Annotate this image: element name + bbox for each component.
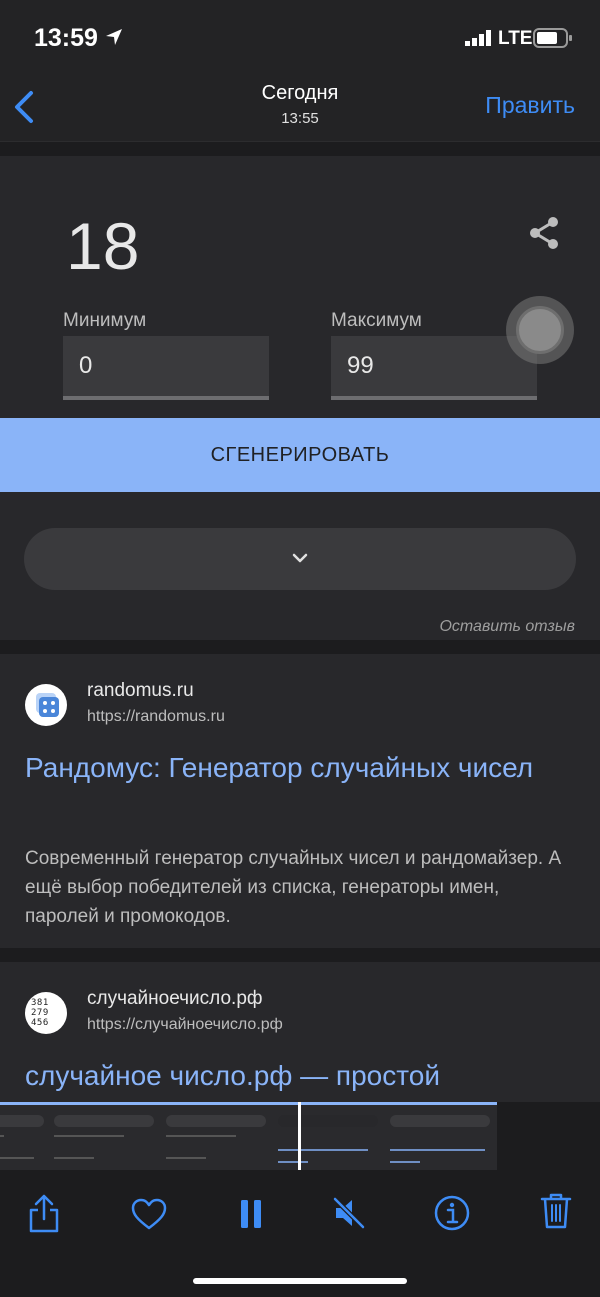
chevron-down-icon — [292, 553, 308, 563]
scrubber-playhead[interactable] — [298, 1102, 301, 1170]
result-title-link[interactable]: случайное число.рф — простой — [25, 1056, 585, 1096]
generate-button[interactable]: СГЕНЕРИРОВАТЬ — [0, 418, 600, 492]
scrubber-frames[interactable] — [0, 1102, 497, 1170]
max-label: Максимум — [331, 310, 422, 331]
randomus-logo — [25, 684, 67, 726]
info-icon[interactable] — [434, 1195, 470, 1231]
scrubber-frame — [50, 1105, 160, 1170]
pause-icon[interactable] — [240, 1200, 262, 1228]
status-time: 13:59 — [34, 24, 98, 52]
signal-icon — [465, 30, 491, 46]
min-label: Минимум — [63, 310, 147, 331]
site-url: https://randomus.ru — [87, 708, 225, 725]
search-result[interactable]: 381 279 456 случайноечисло.рф https://сл… — [0, 962, 600, 1102]
battery-icon — [533, 28, 572, 48]
status-bar: 13:59 LTE — [0, 0, 600, 70]
trash-icon[interactable] — [540, 1192, 572, 1230]
share-icon[interactable] — [528, 216, 560, 250]
site-name: случайноечисло.рф — [87, 988, 263, 1009]
home-indicator[interactable] — [193, 1278, 407, 1284]
site-name: randomus.ru — [87, 680, 194, 701]
result-snippet: Современный генератор случайных чисел и … — [25, 848, 562, 927]
scrubber-frame — [274, 1105, 384, 1170]
feedback-link[interactable]: Оставить отзыв — [439, 618, 575, 636]
expand-options-bar[interactable] — [24, 528, 576, 590]
number-grid-logo: 381 279 456 — [31, 998, 49, 1028]
max-input[interactable]: 99 — [331, 336, 537, 400]
generated-number: 18 — [66, 209, 140, 283]
mute-icon[interactable] — [332, 1196, 366, 1230]
video-scrubber[interactable] — [0, 1102, 600, 1170]
search-result[interactable]: randomus.ru https://randomus.ru Рандомус… — [0, 654, 600, 948]
location-arrow-icon — [106, 29, 122, 45]
assistive-touch-button[interactable] — [506, 296, 574, 364]
nav-bar: Сегодня 13:55 Править — [0, 70, 600, 142]
scrubber-frame — [386, 1105, 496, 1170]
scrubber-frame — [162, 1105, 272, 1170]
assistive-touch-inner — [516, 306, 564, 354]
site-logo: 381 279 456 — [25, 992, 67, 1034]
screenshot-content: 18 Минимум 0 Максимум 99 СГЕНЕРИРОВАТЬ О… — [0, 142, 600, 1102]
result-title-link[interactable]: Рандомус: Генератор случайных чисел — [25, 748, 565, 788]
site-url: https://случайноечисло.рф — [87, 1016, 283, 1033]
heart-icon[interactable] — [131, 1198, 167, 1230]
random-number-card: 18 Минимум 0 Максимум 99 СГЕНЕРИРОВАТЬ О… — [0, 156, 600, 640]
share-icon[interactable] — [27, 1194, 61, 1234]
scrubber-frame — [0, 1105, 50, 1170]
dice-icon — [36, 693, 59, 717]
edit-button[interactable]: Править — [485, 92, 575, 119]
network-type: LTE — [498, 28, 533, 49]
min-input[interactable]: 0 — [63, 336, 269, 400]
